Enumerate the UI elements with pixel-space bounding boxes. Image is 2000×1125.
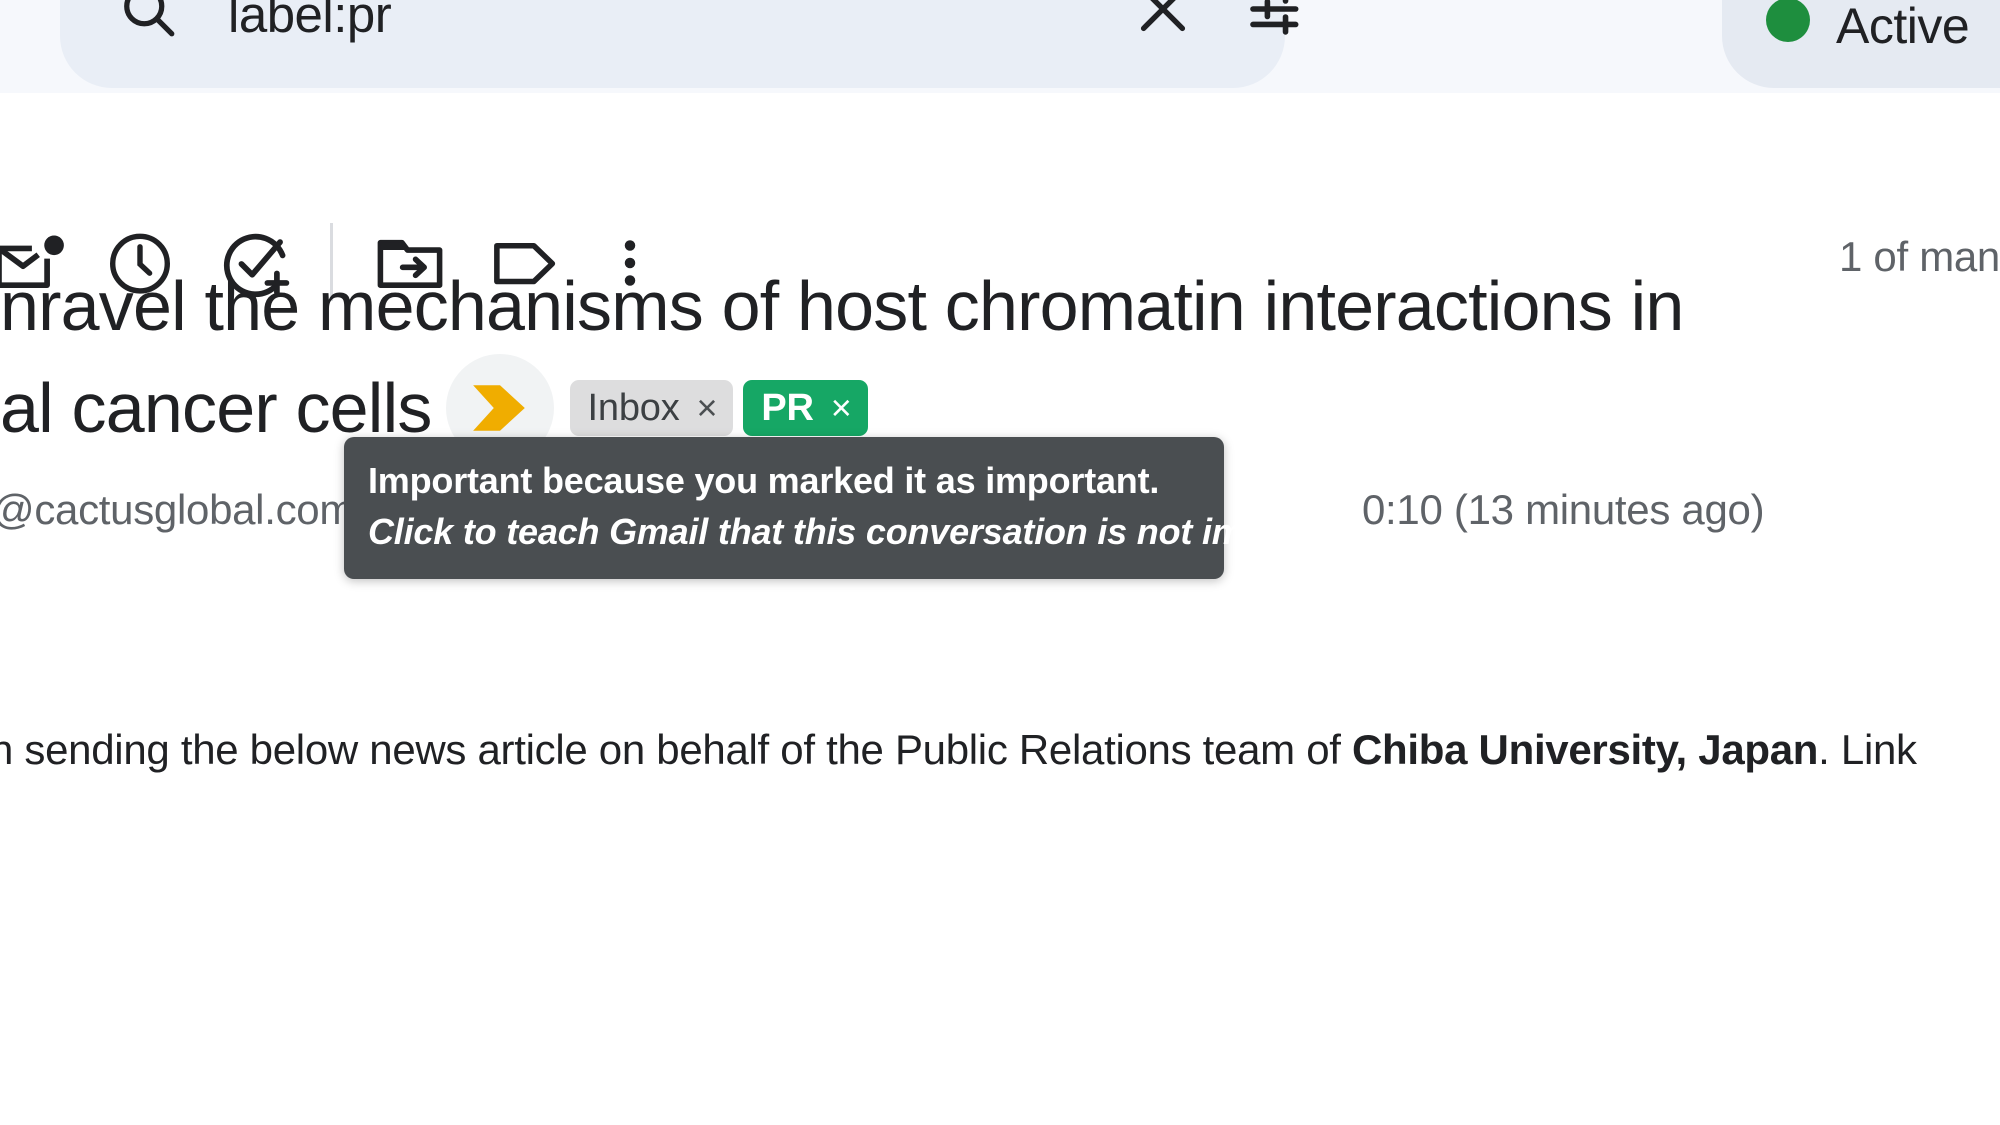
search-icon	[118, 0, 178, 40]
message-body-part1: n sending the below news article on beha…	[0, 726, 1353, 773]
search-field[interactable]	[60, 0, 1299, 88]
green-dot-icon	[1766, 0, 1810, 42]
importance-chevron-icon	[469, 380, 531, 436]
message-body-part2: . Link	[1818, 726, 1917, 773]
status-badge[interactable]: Active	[1722, 0, 2000, 88]
message-body: n sending the below news article on beha…	[0, 718, 2000, 782]
search-input[interactable]	[228, 0, 1048, 44]
subject-line-1: nravel the mechanisms of host chromatin …	[0, 267, 1684, 345]
search-bar-row: Active	[0, 0, 2000, 93]
sender-email[interactable]: @cactusglobal.com>	[0, 486, 379, 534]
message-timestamp: 0:10 (13 minutes ago)	[1362, 486, 1765, 533]
conversation-subject: nravel the mechanisms of host chromatin …	[0, 258, 2000, 462]
status-badge-label: Active	[1836, 0, 1970, 54]
conversation-toolbar: 1 of man	[0, 93, 2000, 301]
tooltip-line-2: Click to teach Gmail that this conversat…	[368, 511, 1376, 552]
close-icon[interactable]	[1128, 0, 1198, 44]
label-chip-inbox[interactable]: Inbox ×	[569, 380, 734, 436]
importance-tooltip: Important because you marked it as impor…	[344, 437, 1376, 579]
tooltip-line-1: Important because you marked it as impor…	[368, 460, 1160, 501]
tune-icon[interactable]	[1242, 0, 1312, 44]
label-chip-pr[interactable]: PR ×	[743, 380, 868, 436]
message-body-bold: Chiba University, Japan	[1352, 726, 1819, 773]
